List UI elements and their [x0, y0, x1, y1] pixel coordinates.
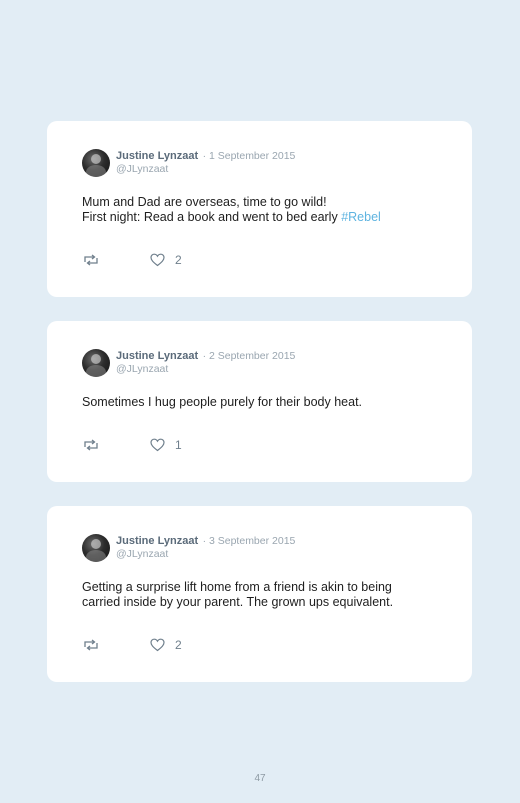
tweet-date: · 2 September 2015 — [202, 350, 296, 362]
tweet-card: Justine Lynzaat · 3 September 2015 @JLyn… — [47, 506, 472, 682]
avatar[interactable] — [82, 149, 110, 177]
tweet-line: carried inside by your parent. The grown… — [82, 595, 394, 609]
tweet-card: Justine Lynzaat · 1 September 2015 @JLyn… — [47, 121, 472, 297]
tweet-line: Mum and Dad are overseas, time to go wil… — [82, 195, 327, 209]
author-handle[interactable]: @JLynzaat — [116, 363, 295, 376]
like-count: 2 — [175, 253, 182, 267]
tweet-actions: 1 — [82, 437, 182, 453]
like-button[interactable]: 2 — [150, 253, 182, 267]
tweet-header: Justine Lynzaat · 2 September 2015 @JLyn… — [82, 348, 295, 377]
retweet-icon[interactable] — [82, 253, 100, 267]
heart-icon[interactable] — [150, 638, 165, 652]
heart-icon[interactable] — [150, 438, 165, 452]
retweet-icon[interactable] — [82, 438, 100, 452]
author-handle[interactable]: @JLynzaat — [116, 163, 295, 176]
tweet-text: Mum and Dad are overseas, time to go wil… — [82, 195, 381, 225]
tweet-meta: Justine Lynzaat · 2 September 2015 @JLyn… — [116, 348, 295, 376]
tweet-actions: 2 — [82, 637, 182, 653]
tweet-date: · 3 September 2015 — [202, 535, 296, 547]
like-button[interactable]: 2 — [150, 638, 182, 652]
tweet-meta: Justine Lynzaat · 1 September 2015 @JLyn… — [116, 148, 295, 176]
like-count: 1 — [175, 438, 182, 452]
tweet-actions: 2 — [82, 252, 182, 268]
heart-icon[interactable] — [150, 253, 165, 267]
avatar[interactable] — [82, 349, 110, 377]
author-name[interactable]: Justine Lynzaat — [116, 535, 198, 547]
author-handle[interactable]: @JLynzaat — [116, 548, 295, 561]
tweet-meta: Justine Lynzaat · 3 September 2015 @JLyn… — [116, 533, 295, 561]
tweet-header: Justine Lynzaat · 3 September 2015 @JLyn… — [82, 533, 295, 562]
tweet-line: First night: Read a book and went to bed… — [82, 210, 381, 225]
tweet-card: Justine Lynzaat · 2 September 2015 @JLyn… — [47, 321, 472, 482]
author-name[interactable]: Justine Lynzaat — [116, 350, 198, 362]
tweet-text: Getting a surprise lift home from a frie… — [82, 580, 393, 610]
author-name[interactable]: Justine Lynzaat — [116, 150, 198, 162]
tweet-date: · 1 September 2015 — [202, 150, 296, 162]
like-button[interactable]: 1 — [150, 438, 182, 452]
tweet-header: Justine Lynzaat · 1 September 2015 @JLyn… — [82, 148, 295, 177]
tweet-line-text: First night: Read a book and went to bed… — [82, 210, 342, 224]
avatar[interactable] — [82, 534, 110, 562]
tweet-line: Getting a surprise lift home from a frie… — [82, 580, 392, 594]
tweet-text: Sometimes I hug people purely for their … — [82, 395, 362, 410]
retweet-icon[interactable] — [82, 638, 100, 652]
hashtag-link[interactable]: #Rebel — [341, 210, 381, 224]
page-number: 47 — [254, 773, 266, 784]
like-count: 2 — [175, 638, 182, 652]
tweet-line: Sometimes I hug people purely for their … — [82, 395, 363, 409]
